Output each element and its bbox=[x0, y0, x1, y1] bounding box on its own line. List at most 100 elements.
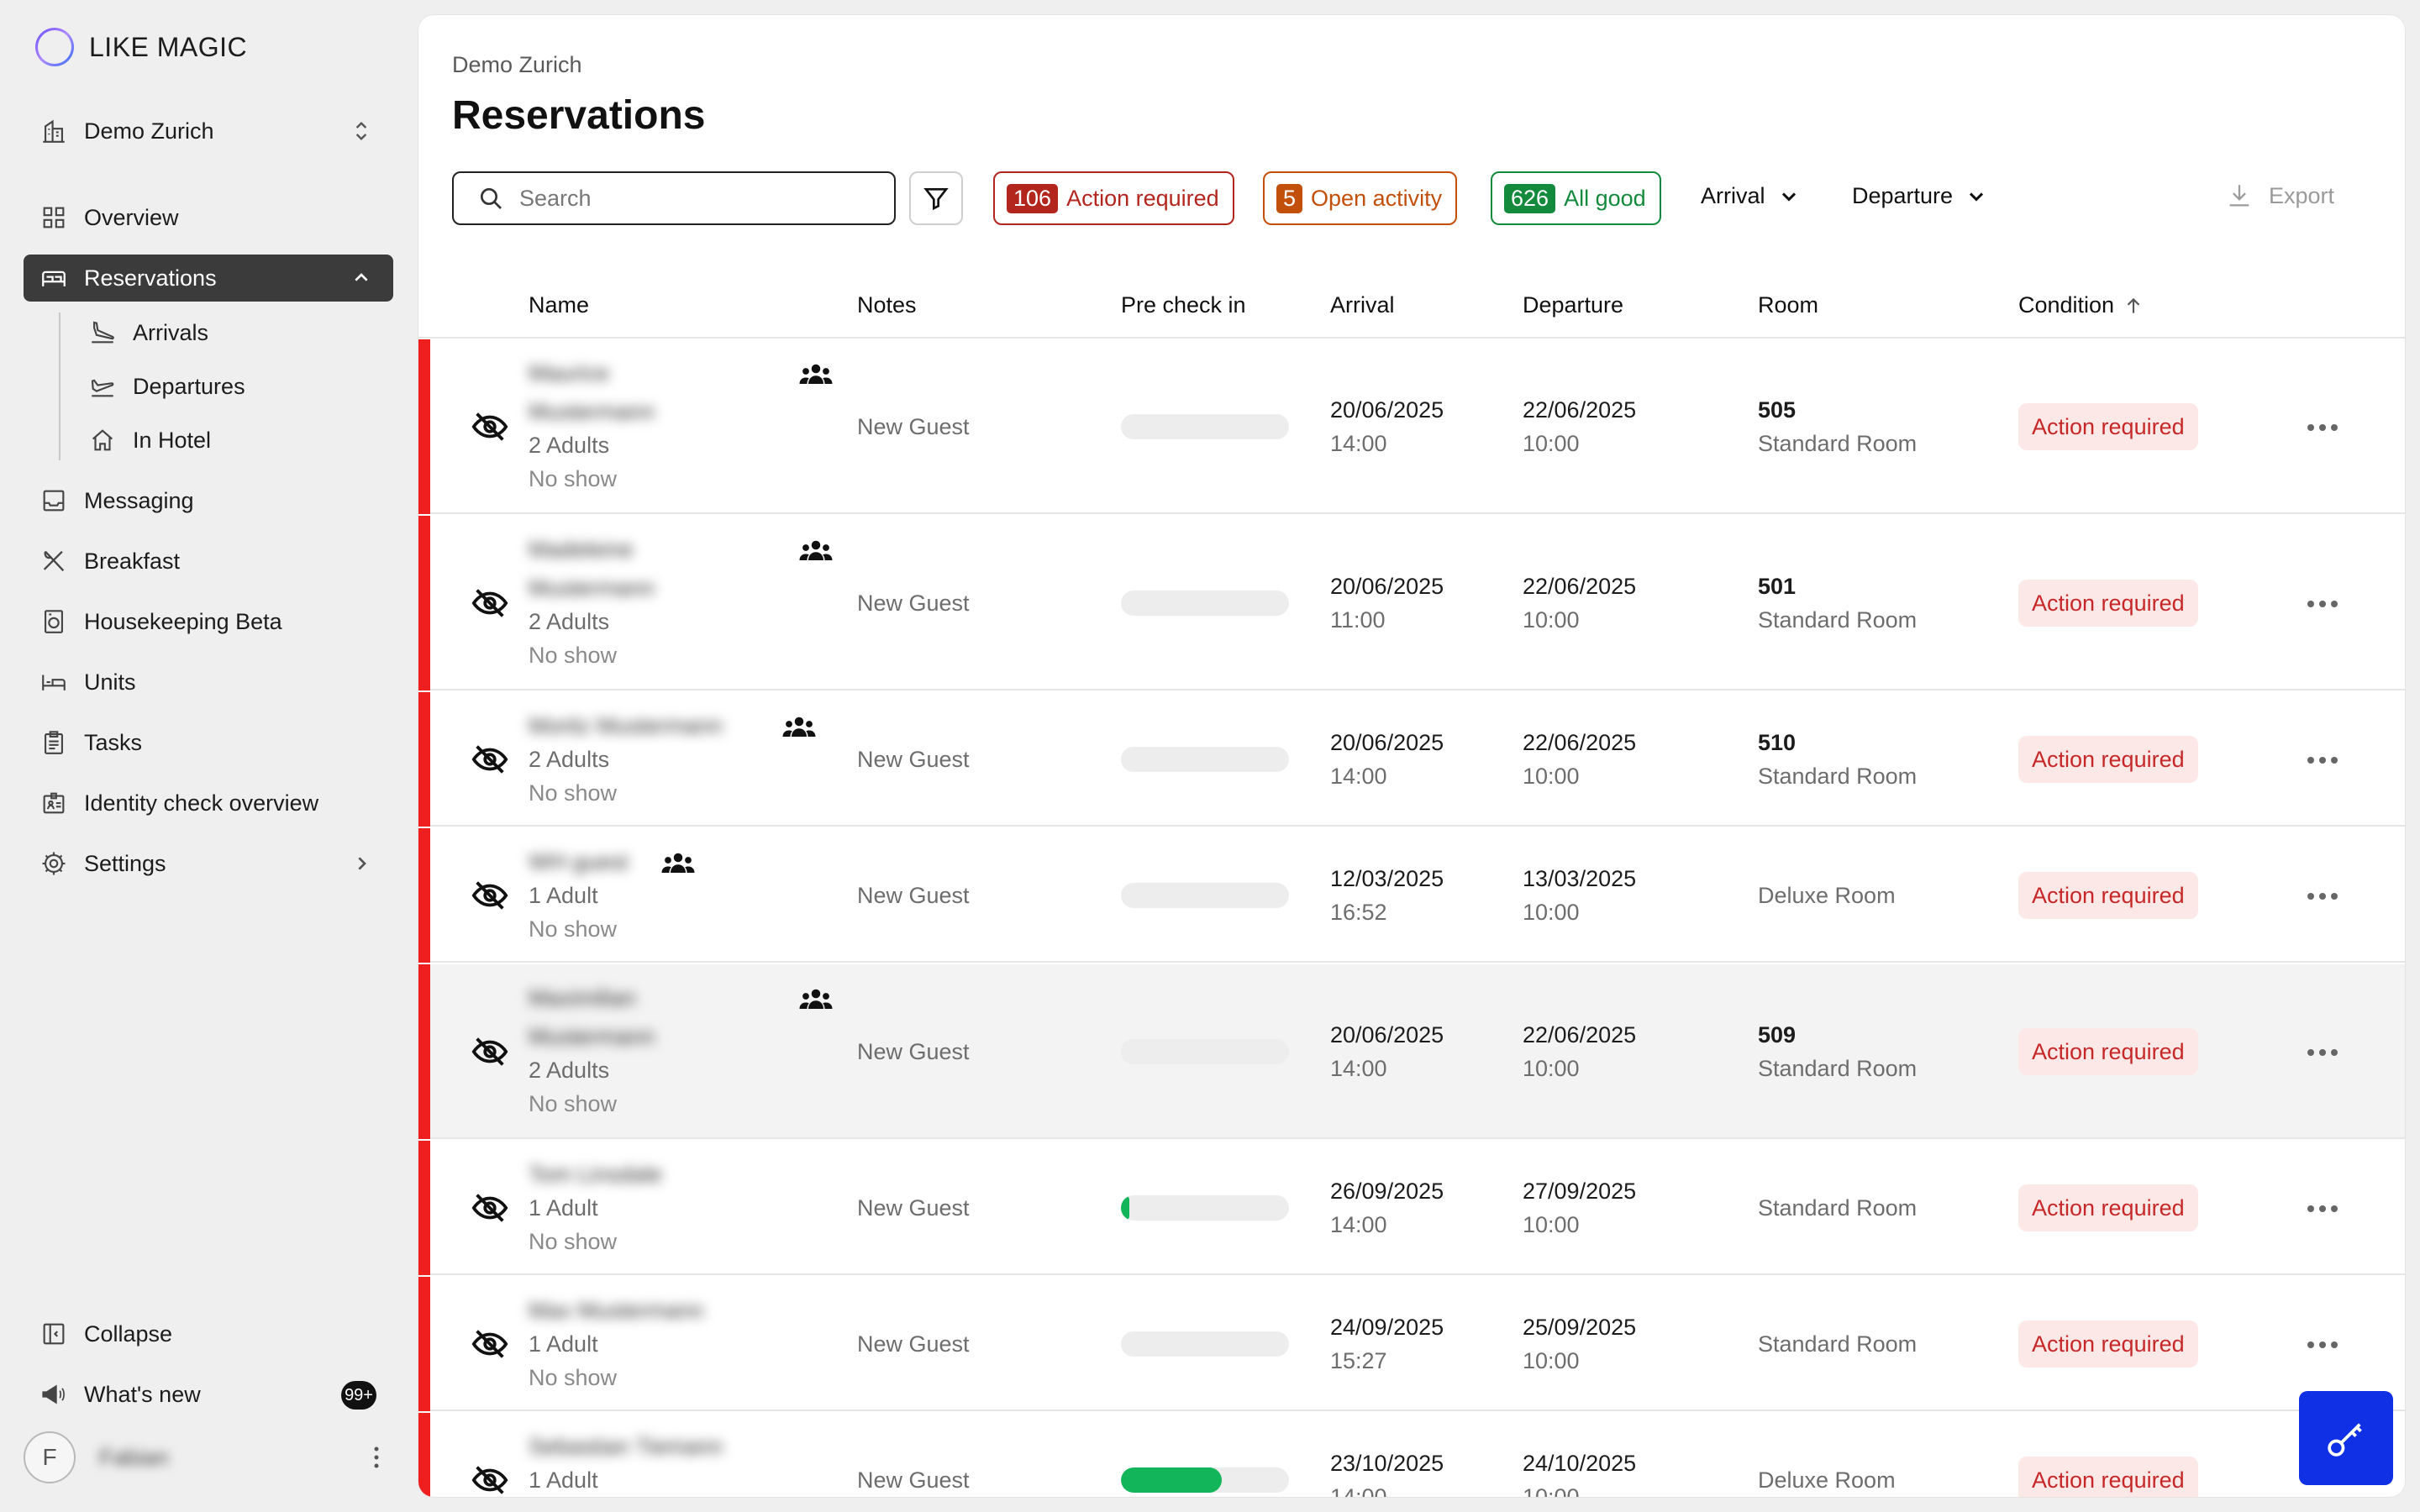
guest-name[interactable]: WH guest bbox=[529, 845, 629, 879]
column-header-arrival[interactable]: Arrival bbox=[1330, 292, 1395, 318]
download-icon bbox=[2229, 185, 2249, 207]
nav-messaging-label: Messaging bbox=[84, 487, 194, 513]
table-row[interactable]: Max Mustermann 1 Adult No show New Guest 24/… bbox=[418, 1277, 2405, 1411]
guest-name[interactable]: Maximilian bbox=[529, 981, 636, 1015]
departure-time: 10:00 bbox=[1523, 1348, 1580, 1373]
precheckin-progress bbox=[1121, 1195, 1289, 1221]
condition-indicator-bar bbox=[418, 828, 430, 963]
guest-surname[interactable]: Mustermann bbox=[529, 395, 655, 428]
table-row[interactable]: Sebastian Tiemann 1 Adult New Guest 23/10/2… bbox=[418, 1413, 2405, 1497]
table-row[interactable]: Moritz Mustermann 2 Adults No show New Gues… bbox=[418, 692, 2405, 827]
guest-name[interactable]: Tom Linsdale bbox=[529, 1158, 662, 1191]
reservation-state: No show bbox=[529, 643, 618, 668]
more-options-icon[interactable] bbox=[2306, 754, 2339, 764]
departure-date: 22/06/2025 bbox=[1523, 730, 1637, 755]
nav-tasks[interactable]: Tasks bbox=[24, 719, 393, 766]
nav-reservations[interactable]: Reservations bbox=[24, 255, 393, 302]
guest-name[interactable]: Moritz Mustermann bbox=[529, 709, 723, 743]
key-fab-button[interactable] bbox=[2299, 1391, 2393, 1485]
export-button[interactable]: Export bbox=[2225, 181, 2334, 210]
column-name-label: Name bbox=[529, 292, 590, 318]
more-options-icon[interactable] bbox=[2306, 1339, 2339, 1349]
whats-new-button[interactable]: What's new 99+ bbox=[24, 1371, 393, 1418]
nav-units[interactable]: Units bbox=[24, 659, 393, 706]
more-options-icon[interactable] bbox=[2306, 890, 2339, 900]
group-icon bbox=[798, 986, 834, 1011]
nav-identity-check-label: Identity check overview bbox=[84, 790, 319, 816]
whats-new-count-badge: 99+ bbox=[341, 1381, 376, 1410]
nav-arrivals[interactable]: Arrivals bbox=[72, 309, 392, 356]
eye-off-icon bbox=[471, 740, 509, 779]
column-precheckin-label: Pre check in bbox=[1121, 292, 1246, 318]
guest-count: 2 Adults bbox=[529, 747, 610, 772]
column-header-departure[interactable]: Departure bbox=[1523, 292, 1623, 318]
brand[interactable]: LIKE MAGIC bbox=[35, 25, 247, 69]
filter-open-activity[interactable]: 5 Open activity bbox=[1263, 171, 1458, 225]
guest-name[interactable]: Max Mustermann bbox=[529, 1294, 704, 1327]
sidebar-collapse-icon bbox=[39, 1319, 69, 1349]
reservation-state: No show bbox=[529, 780, 618, 806]
status-badge: Action required bbox=[2018, 1028, 2198, 1075]
departure-date: 25/09/2025 bbox=[1523, 1315, 1637, 1340]
kebab-vertical-icon[interactable] bbox=[373, 1445, 380, 1470]
status-badge: Action required bbox=[2018, 1457, 2198, 1497]
bed-single-icon bbox=[39, 667, 69, 697]
departure-dropdown[interactable]: Departure bbox=[1852, 183, 1988, 209]
guest-count: 1 Adult bbox=[529, 1331, 598, 1357]
column-header-condition[interactable]: Condition bbox=[2018, 292, 2144, 318]
room-type: Standard Room bbox=[1758, 1331, 1918, 1357]
guest-surname[interactable]: Mustermann bbox=[529, 1020, 655, 1053]
nav-settings[interactable]: Settings bbox=[24, 840, 393, 887]
condition-indicator-bar bbox=[418, 964, 430, 1139]
table-row[interactable]: Maurice Mustermann 2 Adults No show New Gues… bbox=[418, 339, 2405, 514]
nav-overview[interactable]: Overview bbox=[24, 194, 393, 241]
search-box[interactable] bbox=[452, 171, 896, 225]
nav-housekeeping[interactable]: Housekeeping Beta bbox=[24, 598, 393, 645]
nav-units-label: Units bbox=[84, 669, 136, 695]
column-header-notes[interactable]: Notes bbox=[857, 292, 917, 318]
id-card-icon bbox=[39, 788, 69, 818]
user-menu[interactable]: F Fabian bbox=[24, 1430, 393, 1485]
sidebar: LIKE MAGIC Demo Zurich Overview Reservat… bbox=[0, 0, 412, 1512]
table-row[interactable]: WH guest 1 Adult No show New Guest 12/03/202… bbox=[418, 828, 2405, 963]
table-row[interactable]: Maximilian Mustermann 2 Adults No show New G… bbox=[418, 964, 2405, 1139]
filter-action-required[interactable]: 106 Action required bbox=[993, 171, 1234, 225]
condition-indicator-bar bbox=[418, 339, 430, 514]
nav-in-hotel[interactable]: In Hotel bbox=[72, 417, 392, 464]
action-required-label: Action required bbox=[1066, 185, 1219, 211]
more-options-icon[interactable] bbox=[2306, 422, 2339, 432]
departure-date: 22/06/2025 bbox=[1523, 574, 1637, 599]
table-row[interactable]: Tom Linsdale 1 Adult No show New Guest 26/09… bbox=[418, 1141, 2405, 1275]
nav-identity-check[interactable]: Identity check overview bbox=[24, 780, 393, 827]
guest-name[interactable]: Maurice bbox=[529, 356, 609, 390]
breadcrumb[interactable]: Demo Zurich bbox=[452, 52, 582, 78]
nav-messaging[interactable]: Messaging bbox=[24, 477, 393, 524]
nav-arrivals-label: Arrivals bbox=[133, 319, 209, 345]
guest-name[interactable]: Madeleine bbox=[529, 533, 634, 566]
search-input[interactable] bbox=[519, 185, 889, 212]
arrival-dropdown[interactable]: Arrival bbox=[1701, 183, 1801, 209]
nav-settings-label: Settings bbox=[84, 850, 166, 876]
column-header-room[interactable]: Room bbox=[1758, 292, 1818, 318]
nav-breakfast[interactable]: Breakfast bbox=[24, 538, 393, 585]
room-type: Standard Room bbox=[1758, 607, 1918, 633]
chevron-down-icon bbox=[1970, 192, 1984, 202]
guest-name[interactable]: Sebastian Tiemann bbox=[529, 1430, 723, 1463]
nav-departures[interactable]: Departures bbox=[72, 363, 392, 410]
more-options-icon[interactable] bbox=[2306, 1047, 2339, 1057]
status-badge: Action required bbox=[2018, 872, 2198, 919]
collapse-sidebar-button[interactable]: Collapse bbox=[24, 1310, 393, 1357]
more-options-icon[interactable] bbox=[2306, 1203, 2339, 1213]
guest-surname[interactable]: Mustermann bbox=[529, 571, 655, 605]
column-header-name[interactable]: Name bbox=[529, 292, 589, 318]
column-header-precheckin[interactable]: Pre check in bbox=[1121, 292, 1246, 318]
whats-new-label: What's new bbox=[84, 1381, 201, 1407]
property-switcher[interactable]: Demo Zurich bbox=[24, 108, 393, 155]
column-notes-label: Notes bbox=[857, 292, 917, 318]
more-options-icon[interactable] bbox=[2306, 598, 2339, 608]
filter-button[interactable] bbox=[909, 171, 963, 225]
filter-all-good[interactable]: 626 All good bbox=[1491, 171, 1661, 225]
column-departure-label: Departure bbox=[1523, 292, 1624, 318]
table-row[interactable]: Madeleine Mustermann 2 Adults No show New Gu… bbox=[418, 516, 2405, 690]
megaphone-icon bbox=[39, 1379, 69, 1410]
